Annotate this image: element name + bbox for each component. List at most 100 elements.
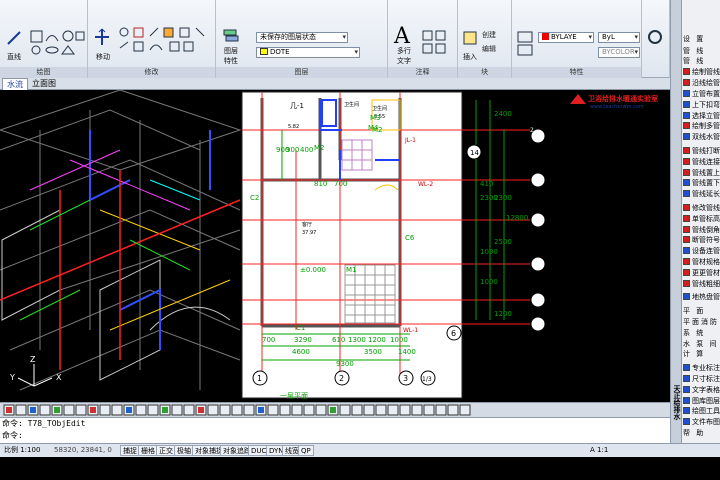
toggle-grid[interactable]: 栅格	[138, 445, 158, 456]
palette-item-2[interactable]: 管 线	[683, 56, 720, 66]
palette-item-icon	[683, 79, 690, 87]
palette-item-icon	[683, 418, 690, 426]
move-icon[interactable]	[94, 28, 110, 46]
palette-item-icon	[683, 225, 690, 233]
palette-title-bar[interactable]: 天正给排水	[671, 0, 682, 443]
modify-tools-icons[interactable]	[118, 26, 214, 60]
palette-item-31[interactable]: 文字表格	[683, 385, 720, 395]
palette-item-0[interactable]: 设 置	[683, 34, 720, 44]
dim-bottom-2-2: 1400	[398, 348, 416, 356]
dim-bottom-1-1: 3290	[294, 336, 312, 344]
palette-item-24[interactable]: 平 面	[683, 306, 720, 316]
palette-item-30[interactable]: 尺寸标注	[683, 374, 720, 384]
lineweight-select[interactable]: BYCOLOR	[598, 47, 640, 58]
toggle-ortho[interactable]: 正交	[156, 445, 176, 456]
linetype-select[interactable]: ByL	[598, 32, 640, 43]
cad-window: 直线 绘图 移动 修改 图层 特性 未保存的图层状态 ▾ DOTE ▾ 图层 A…	[0, 0, 720, 480]
toggle-qp[interactable]: QP	[298, 445, 314, 456]
palette-item-20[interactable]: 管材规格	[683, 257, 720, 267]
plan-viewport[interactable]	[241, 91, 463, 399]
command-line[interactable]: 命令: T78_TObjEdit 命令:	[0, 417, 670, 443]
palette-item-13[interactable]: 管线置下	[683, 178, 720, 188]
panel-draw: 直线 绘图	[0, 0, 88, 78]
palette-item-5[interactable]: 立管布置	[683, 89, 720, 99]
palette-item-icon	[683, 168, 690, 176]
toggle-snap[interactable]: 捕捉	[120, 445, 140, 456]
grid-number-1-3: 1/3	[422, 376, 432, 383]
toolbar-icons[interactable]	[0, 403, 670, 418]
palette-item-34[interactable]: 文件布图	[683, 417, 720, 427]
palette-item-9[interactable]: 双线水管	[683, 132, 720, 142]
palette-item-11[interactable]: 管线连接	[683, 157, 720, 167]
palette-item-label: 管线延长	[692, 190, 720, 199]
annotation-scale[interactable]: A 1:1	[588, 445, 610, 456]
palette-item-25[interactable]: 平面消防	[683, 317, 720, 327]
layer-properties-icon[interactable]	[222, 28, 240, 44]
palette-item-3[interactable]: 绘制管线	[683, 67, 720, 77]
palette-item-17[interactable]: 管线倒角	[683, 225, 720, 235]
palette-item-icon	[683, 90, 690, 97]
plan-title: 一层平面	[280, 392, 308, 400]
palette-item-26[interactable]: 系 统	[683, 328, 720, 338]
scale-readout[interactable]: 比例 1:100	[2, 445, 42, 456]
palette-item-icon	[683, 214, 690, 222]
edit-block-button[interactable]: 编辑	[482, 44, 496, 54]
palette-item-23[interactable]: 地热盘管	[683, 292, 720, 302]
drawing-canvas[interactable]: Z Y X 卫浴给排水暖通实验室 www.teacherwm.com 几-1 卫…	[0, 90, 670, 402]
tab-drawing-1[interactable]: 水流	[2, 78, 28, 90]
palette-item-19[interactable]: 设备连管	[683, 246, 720, 256]
window-label-c2: C2	[250, 194, 259, 202]
layer-state-select[interactable]: 未保存的图层状态	[256, 32, 348, 43]
layer-select[interactable]: DOTE	[256, 47, 360, 58]
palette-item-8[interactable]: 绘制多管	[683, 121, 720, 131]
create-label: 创建	[482, 31, 496, 39]
dim-vertical-2: 2500	[494, 238, 512, 246]
door-label-m1: M1	[346, 266, 357, 274]
palette-item-label: 管材规格	[692, 258, 720, 266]
toggle-polar[interactable]: 极轴	[174, 445, 194, 456]
create-block-button[interactable]: 创建	[482, 30, 496, 40]
match-properties-icon[interactable]	[516, 30, 536, 58]
draw-tools-icons[interactable]	[30, 30, 86, 58]
command-prompt[interactable]: 命令:	[2, 430, 670, 442]
annotation-tools-icons[interactable]	[422, 30, 456, 56]
palette-item-10[interactable]: 管线打断	[683, 146, 720, 156]
grid-number-2: 2	[339, 374, 344, 383]
room-label-2: 卫生间	[344, 101, 359, 108]
palette-item-21[interactable]: 更更管材	[683, 268, 720, 278]
palette-item-icon	[683, 364, 690, 372]
palette-item-28[interactable]: 计 算	[683, 349, 720, 359]
palette-item-label: 设备连管	[692, 247, 720, 256]
pipe-label-3: WL-2	[418, 181, 433, 188]
panel-title-annotation: 注释	[388, 67, 457, 78]
tab-drawing-2[interactable]: 立面图	[28, 78, 60, 90]
grid-number-6: 6	[451, 329, 456, 338]
palette-item-label: 立管布置	[692, 90, 720, 98]
palette-item-label: 尺寸标注	[692, 375, 720, 383]
palette-item-label: 沿线绘管	[692, 79, 720, 88]
palette-item-1[interactable]: 管 线	[683, 46, 720, 56]
palette-item-14[interactable]: 管线延长	[683, 189, 720, 199]
palette-item-35[interactable]: 帮 助	[683, 428, 720, 438]
palette-item-15[interactable]: 修改管线	[683, 203, 720, 213]
palette-item-6[interactable]: 上下扣弯	[683, 100, 720, 110]
grid-letter-e1: E	[535, 132, 540, 141]
palette-item-icon	[683, 247, 690, 255]
palette-item-27[interactable]: 水 泵 间	[683, 339, 720, 349]
insert-block-icon[interactable]	[462, 30, 478, 46]
steering-wheel-icon[interactable]	[648, 30, 662, 44]
palette-item-16[interactable]: 单管标高	[683, 214, 720, 224]
drawing-svg[interactable]: Z Y X 卫浴给排水暖通实验室 www.teacherwm.com 几-1 卫…	[0, 90, 670, 402]
line-icon[interactable]	[6, 30, 22, 46]
palette-item-29[interactable]: 专业标注	[683, 363, 720, 373]
panel-block: 插入 创建 编辑 块	[458, 0, 512, 78]
palette-item-12[interactable]: 管线置上	[683, 168, 720, 178]
palette-item-22[interactable]: 管线粗细	[683, 279, 720, 289]
palette-item-18[interactable]: 断管符号	[683, 235, 720, 245]
palette-item-32[interactable]: 图库图层	[683, 396, 720, 406]
palette-item-33[interactable]: 绘图工具	[683, 406, 720, 416]
palette-item-7[interactable]: 选择立管	[683, 111, 720, 121]
color-select[interactable]: BYLAYE	[538, 32, 594, 43]
palette-item-4[interactable]: 沿线绘管	[683, 78, 720, 88]
room-label-4: 客厅	[302, 221, 312, 228]
